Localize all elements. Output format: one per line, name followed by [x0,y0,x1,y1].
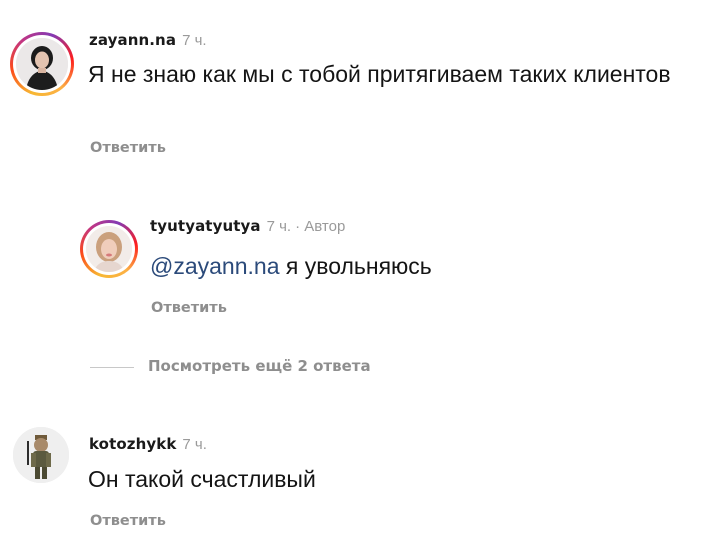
comment-time: 7 ч. [182,436,207,453]
comment-item: kotozhykk 7 ч. Он такой счастливый Ответи… [0,420,723,547]
reply-button[interactable]: Ответить [90,140,166,156]
user-portrait-icon [16,38,68,90]
avatar-tyutyatyutya[interactable] [80,220,138,278]
comment-time: 7 ч. [182,32,207,49]
reply-item: tyutyatyutya 7 ч. · Автор @zayann.na я уво… [0,205,723,320]
cat-figure-icon [13,427,69,483]
reply-button[interactable]: Ответить [90,513,166,529]
view-more-replies-button[interactable]: Посмотреть ещё 2 ответа [148,357,371,375]
comment-header: kotozhykk 7 ч. [89,435,207,454]
comment-username[interactable]: kotozhykk [89,435,176,453]
reply-text-line: @zayann.na я увольняюсь [150,251,690,281]
comment-header: zayann.na 7 ч. [89,31,207,50]
avatar-kotozhykk[interactable] [13,427,69,483]
reply-text: я увольняюсь [285,253,432,279]
reply-button[interactable]: Ответить [151,300,227,316]
mention-link[interactable]: @zayann.na [150,253,280,279]
reply-header: tyutyatyutya 7 ч. · Автор [150,217,345,236]
comment-item: zayann.na 7 ч. Я не знаю как мы с тобой п… [0,0,723,170]
avatar-zayann[interactable] [10,32,74,96]
comment-text: Я не знаю как мы с тобой притягиваем так… [88,61,671,87]
comment-text: Он такой счастливый [88,466,316,492]
reply-username[interactable]: tyutyatyutya [150,217,261,235]
author-badge: · Автор [295,218,346,235]
comment-username[interactable]: zayann.na [89,31,176,49]
user-portrait-icon [86,226,132,272]
view-replies-divider [90,367,134,368]
reply-time: 7 ч. [266,218,292,235]
